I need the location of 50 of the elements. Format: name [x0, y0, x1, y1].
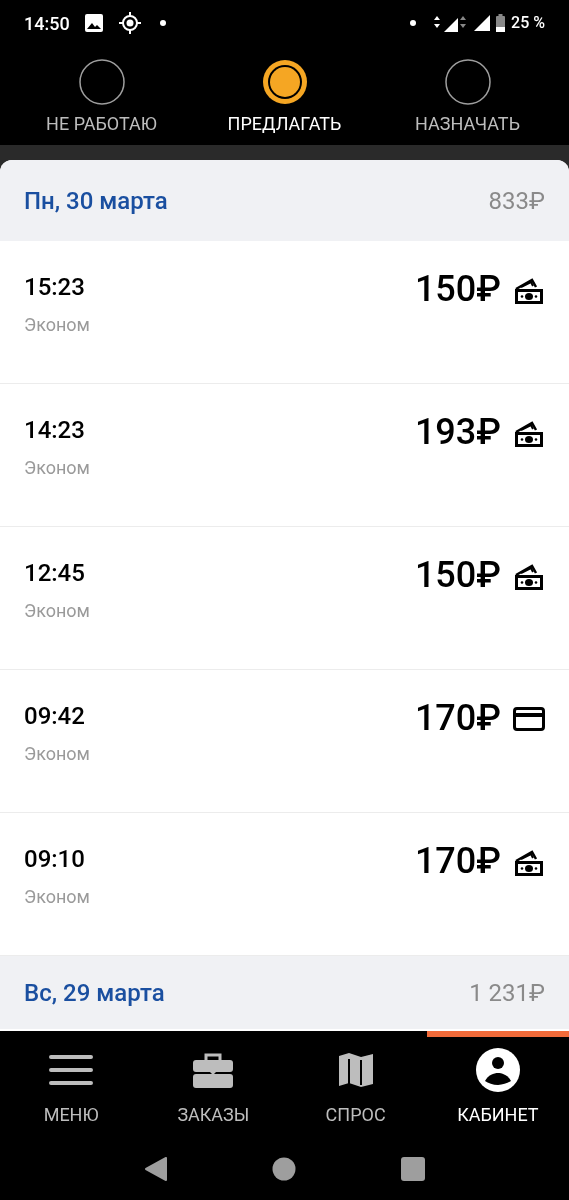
order-row[interactable]: 09:42 Эконом 170₽ [0, 670, 569, 813]
image-icon [83, 13, 104, 33]
order-price: 193₽ [414, 412, 501, 452]
order-tariff: Эконом [24, 885, 90, 909]
order-row[interactable]: 15:23 Эконом 150₽ [0, 241, 569, 384]
order-tariff: Эконом [24, 599, 90, 623]
order-time: 09:42 [24, 701, 86, 732]
mode-option[interactable]: НЕ РАБОТАЮ [16, 46, 187, 145]
order-time: 15:23 [24, 272, 86, 303]
location-icon [117, 11, 142, 35]
order-price: 150₽ [414, 555, 501, 595]
order-price: 150₽ [414, 269, 501, 309]
cash-icon [513, 850, 545, 878]
clock: 14:50 [24, 11, 70, 36]
day-total: 1 231₽ [469, 977, 545, 1009]
mode-option[interactable]: НАЗНАЧАТЬ [382, 46, 553, 145]
cash-icon [513, 278, 545, 306]
order-time: 12:45 [24, 558, 86, 589]
order-tariff: Эконом [24, 313, 90, 337]
map-icon [338, 1052, 373, 1088]
back-icon[interactable] [144, 1156, 167, 1181]
order-tariff: Эконом [24, 742, 90, 766]
mode-option[interactable]: ПРЕДЛАГАТЬ [199, 46, 370, 145]
cash-icon [513, 421, 545, 449]
battery-level: 25 % [511, 12, 545, 34]
dot-icon [410, 20, 417, 26]
menu-icon [49, 1054, 94, 1086]
order-tariff: Эконом [24, 456, 90, 480]
profile-icon [475, 1048, 520, 1092]
order-row[interactable]: 12:45 Эконом 150₽ [0, 527, 569, 670]
order-row[interactable]: 14:23 Эконом 193₽ [0, 384, 569, 527]
signal-icon [432, 14, 469, 32]
day-date: Пн, 30 марта [24, 185, 168, 217]
signal-icon [474, 15, 491, 31]
radio-icon [260, 58, 309, 106]
dot-icon [159, 20, 166, 26]
day-date: Вс, 29 марта [24, 977, 165, 1009]
radio-icon [443, 58, 492, 106]
home-icon[interactable] [271, 1156, 296, 1181]
order-price: 170₽ [414, 698, 501, 738]
recents-icon[interactable] [400, 1156, 425, 1181]
order-time: 14:23 [24, 415, 86, 446]
order-price: 170₽ [414, 841, 501, 881]
battery-icon [496, 14, 506, 32]
order-time: 09:10 [24, 844, 86, 875]
day-total: 833₽ [488, 185, 545, 217]
radio-icon [77, 58, 126, 106]
credit-card-icon [513, 707, 545, 731]
cash-icon [513, 564, 545, 592]
briefcase-icon [193, 1052, 234, 1088]
